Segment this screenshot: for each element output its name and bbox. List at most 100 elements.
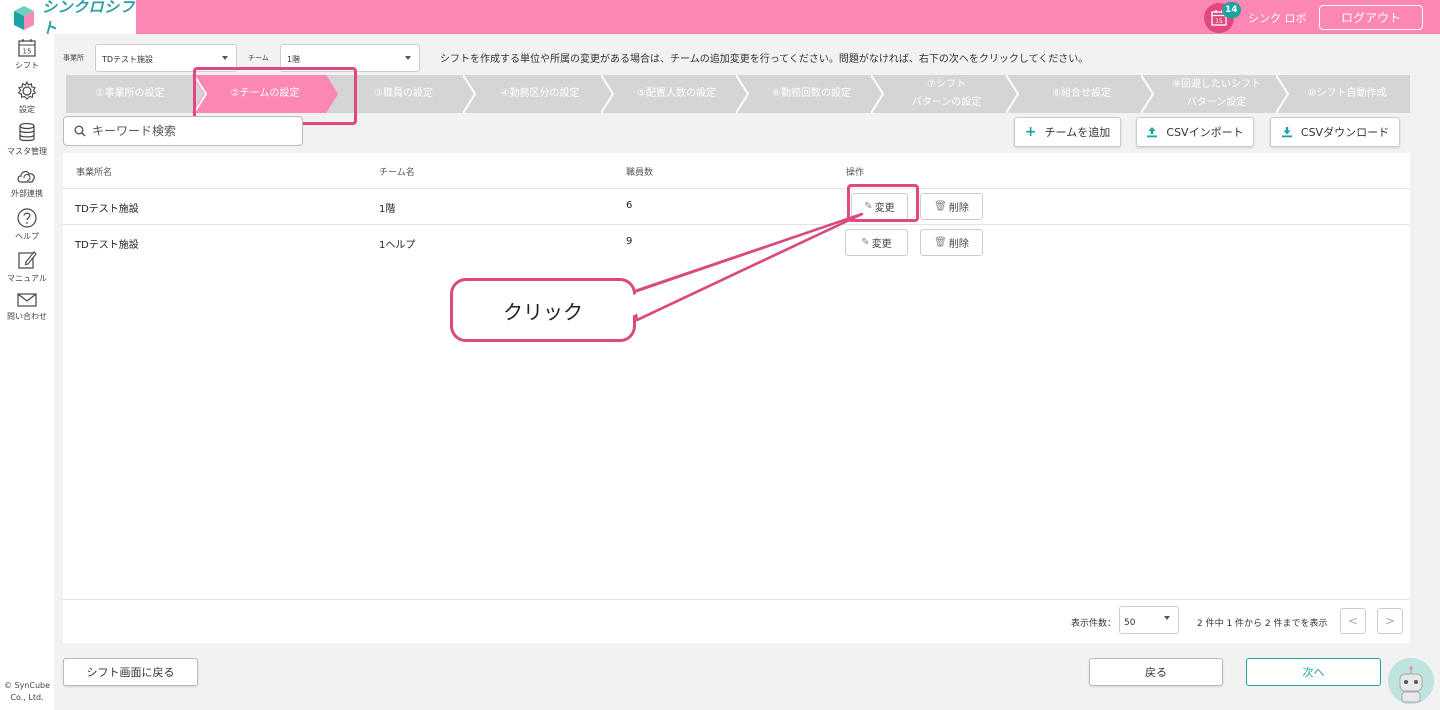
chevron-down-icon [1164, 616, 1170, 620]
next-page-button[interactable]: > [1377, 608, 1403, 634]
column-header-office: 事業所名 [76, 168, 113, 178]
download-icon [1281, 127, 1292, 138]
step-separator [601, 75, 615, 113]
sidebar-item-contact[interactable]: 問い合わせ [0, 291, 54, 322]
sidebar-item-label: 外部連携 [11, 189, 43, 198]
database-icon [19, 122, 35, 142]
prev-page-button[interactable]: < [1340, 608, 1366, 634]
step-separator [1141, 75, 1155, 113]
team-filter-label: チーム [248, 54, 269, 62]
user-name: シンク ロボ [1248, 12, 1307, 25]
trash-icon: 🗑 [934, 237, 947, 248]
sidebar: 15 シフト 設定 マスタ管理 外部連携 ヘルプ マニュアル 問い合わせ © S… [0, 34, 54, 710]
sidebar-item-label: シフト [15, 61, 39, 70]
sidebar-item-label: マニュアル [7, 274, 47, 283]
cell-staff: 6 [626, 200, 633, 211]
notification-badge: 14 [1222, 2, 1241, 18]
team-table-panel: 事業所名 チーム名 職員数 操作 TDテスト施設 1階 6 ✎ 変更 🗑 削除 … [63, 153, 1410, 643]
step-work-category[interactable]: ④勤務区分の設定 [471, 75, 609, 113]
sidebar-item-label: 問い合わせ [7, 312, 47, 321]
app-header: シンクロシフト 15 14 シンク ロボ ログアウト [0, 0, 1440, 37]
step-auto-create[interactable]: ⑩シフト自動作成 [1284, 75, 1410, 113]
step-label: ⑩シフト自動作成 [1307, 88, 1387, 99]
gear-icon [17, 80, 37, 100]
logo-text: シンクロシフト [42, 0, 136, 37]
step-staffing-count[interactable]: ⑤配置人数の設定 [609, 75, 744, 113]
highlight-edit-button [847, 184, 919, 222]
help-icon [17, 208, 37, 228]
instruction-text: シフトを作成する単位や所属の変更がある場合は、チームの追加変更を行ってください。… [440, 54, 1089, 65]
robot-icon [1388, 658, 1434, 704]
add-team-label: チームを追加 [1044, 126, 1111, 139]
trash-icon: 🗑 [934, 201, 947, 212]
step-label-line2: パターン設定 [1186, 97, 1247, 108]
search-icon [74, 125, 86, 137]
column-header-staff: 職員数 [626, 168, 654, 178]
plus-icon: + [1024, 124, 1037, 140]
back-button[interactable]: 戻る [1089, 658, 1223, 686]
delete-button[interactable]: 🗑 削除 [920, 229, 983, 256]
chevron-down-icon [222, 56, 228, 60]
cell-office: TDテスト施設 [75, 240, 139, 251]
step-separator [871, 75, 885, 113]
office-select-value: TDテスト施設 [102, 55, 154, 64]
edit-label: 変更 [871, 239, 892, 250]
per-page-select[interactable]: 50 [1119, 606, 1179, 634]
calendar-day: 15 [1215, 18, 1223, 25]
sidebar-item-help[interactable]: ヘルプ [0, 207, 54, 242]
cell-team: 1階 [379, 204, 396, 215]
search-input[interactable] [92, 124, 282, 138]
assistant-robot[interactable] [1388, 658, 1434, 704]
sidebar-item-shift[interactable]: 15 シフト [0, 38, 54, 71]
callout-text: クリック [503, 299, 583, 324]
click-callout: クリック [450, 278, 636, 342]
pencil-icon: ✎ [861, 237, 870, 248]
csv-download-button[interactable]: CSVダウンロード [1270, 117, 1400, 147]
sidebar-item-master[interactable]: マスタ管理 [0, 122, 54, 157]
back-to-shift-button[interactable]: シフト画面に戻る [63, 658, 198, 686]
copyright: © SynCube Co., Ltd. [3, 681, 51, 702]
csv-import-button[interactable]: CSVインポート [1136, 117, 1254, 147]
logo-mark-icon [12, 5, 36, 30]
team-select-value: 1階 [287, 55, 301, 64]
sidebar-item-label: マスタ管理 [7, 147, 47, 156]
sidebar-item-manual[interactable]: マニュアル [0, 249, 54, 284]
per-page-value: 50 [1124, 618, 1136, 628]
calendar-icon: 15 [18, 39, 36, 57]
step-label: ⑤配置人数の設定 [637, 88, 716, 99]
keyword-search[interactable] [63, 116, 303, 146]
per-page-label: 表示件数： [1071, 619, 1117, 629]
cell-team: 1ヘルプ [379, 240, 416, 251]
step-combination[interactable]: ⑧組合せ設定 [1014, 75, 1149, 113]
step-avoid-pattern[interactable]: ⑨回避したいシフト パターン設定 [1149, 75, 1284, 113]
step-label: ⑦シフト [927, 79, 966, 90]
next-button[interactable]: 次へ [1246, 658, 1381, 686]
sidebar-item-settings[interactable]: 設定 [0, 80, 54, 115]
step-shift-pattern[interactable]: ⑦シフト パターンの設定 [879, 75, 1014, 113]
row-divider [63, 224, 1410, 225]
step-separator [1276, 75, 1290, 113]
sidebar-calendar-day: 15 [23, 48, 32, 56]
csv-download-label: CSVダウンロード [1300, 126, 1390, 139]
sidebar-item-label: 設定 [19, 105, 35, 114]
step-separator [1006, 75, 1020, 113]
cloud-sync-icon [17, 170, 35, 183]
sidebar-item-integration[interactable]: 外部連携 [0, 166, 54, 199]
edit-button[interactable]: ✎ 変更 [845, 229, 908, 256]
mail-icon [17, 293, 37, 307]
step-label: ④勤務区分の設定 [500, 88, 580, 99]
sidebar-item-label: ヘルプ [15, 232, 39, 241]
step-office[interactable]: ①事業所の設定 [66, 75, 194, 113]
logout-button[interactable]: ログアウト [1319, 5, 1423, 30]
add-team-button[interactable]: + チームを追加 [1014, 117, 1121, 147]
pagination-summary: 2 件中 1 件から 2 件までを表示 [1197, 619, 1328, 629]
step-label: ⑨回避したいシフト [1172, 79, 1261, 90]
delete-label: 削除 [948, 203, 969, 214]
column-header-actions: 操作 [846, 168, 865, 178]
csv-import-label: CSVインポート [1166, 126, 1244, 139]
app-logo[interactable]: シンクロシフト [0, 0, 136, 37]
step-label-line2: パターンの設定 [911, 97, 982, 108]
step-work-count[interactable]: ⑥勤務回数の設定 [744, 75, 879, 113]
delete-button[interactable]: 🗑 削除 [920, 193, 983, 220]
step-separator [736, 75, 750, 113]
